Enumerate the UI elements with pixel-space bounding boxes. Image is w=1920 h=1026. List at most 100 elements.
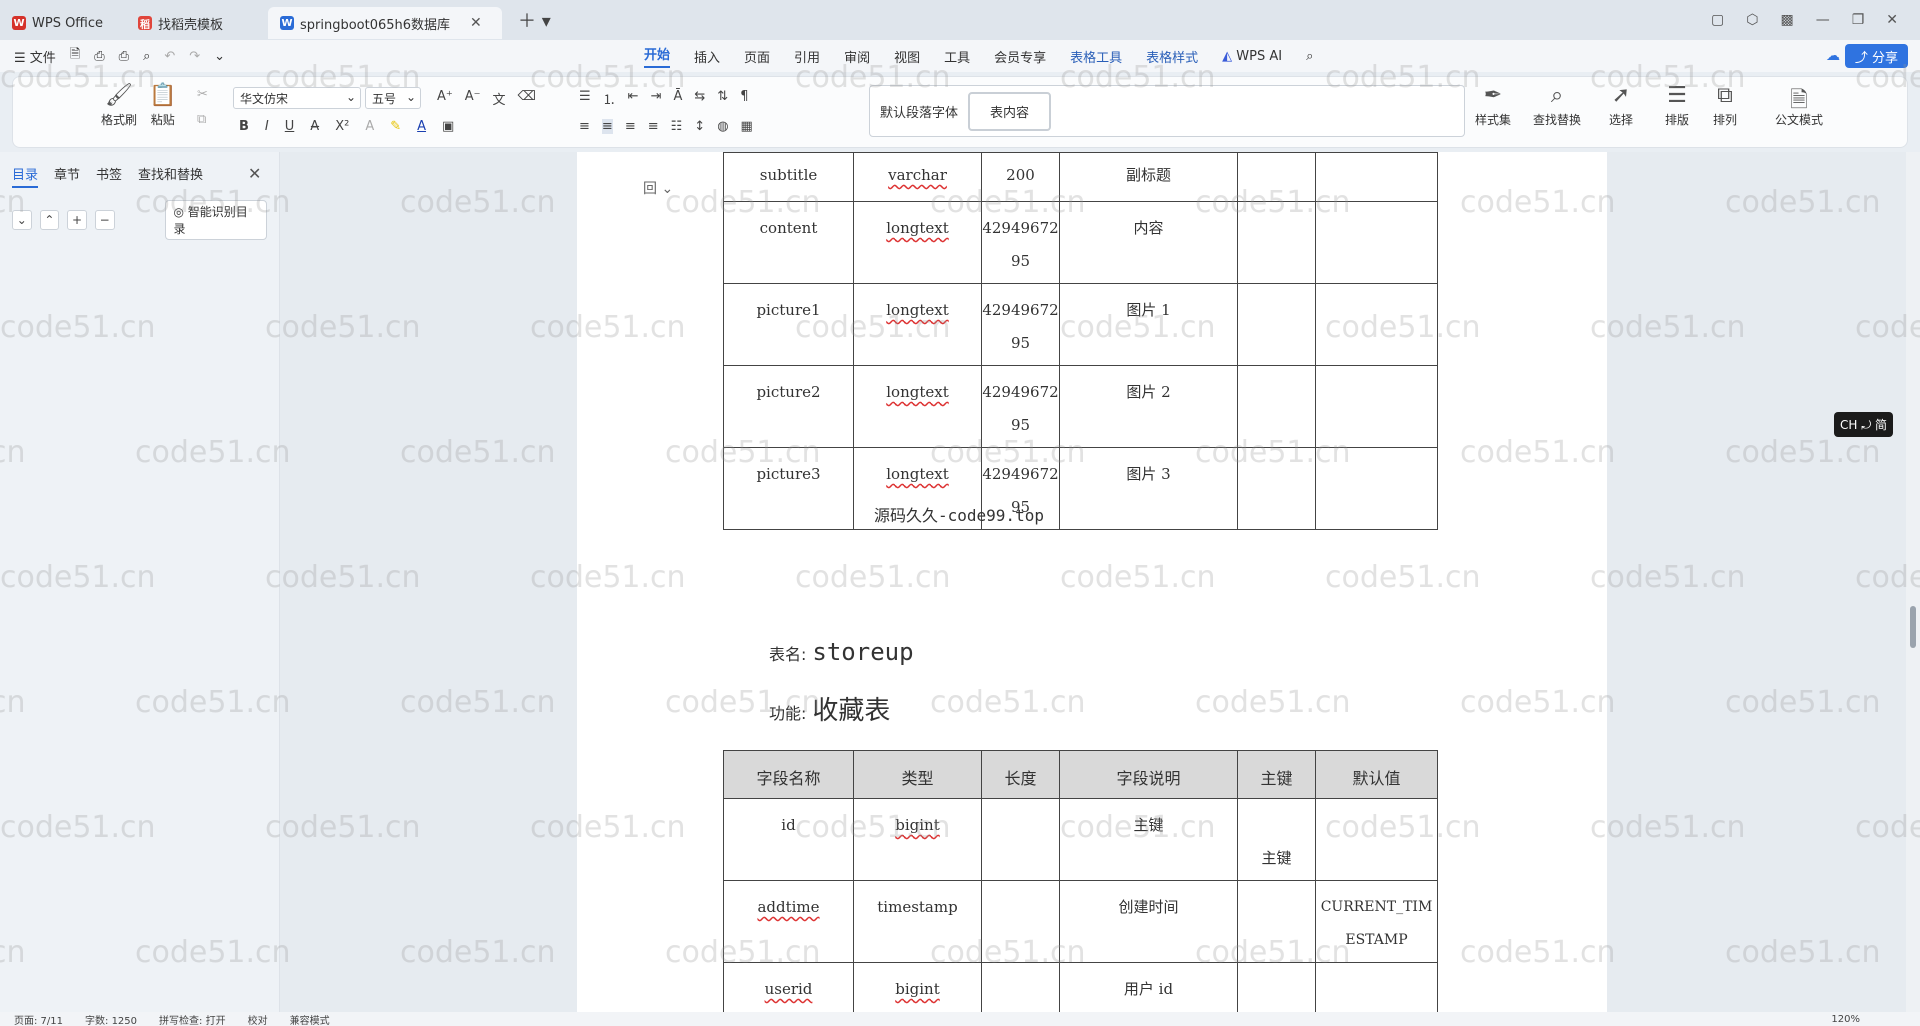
align-right-icon[interactable]: ≡: [625, 119, 636, 134]
table-cell[interactable]: 图片 1: [1059, 283, 1238, 366]
column-header[interactable]: 类型: [853, 750, 982, 799]
table-cell[interactable]: 主键: [1237, 798, 1316, 881]
table-cell[interactable]: varchar: [853, 152, 982, 202]
numbering-icon[interactable]: ⒈: [603, 89, 616, 108]
scrollbar-thumb[interactable]: [1910, 606, 1916, 648]
avatar[interactable]: ▩: [1780, 12, 1793, 28]
tab-page[interactable]: 页面: [744, 47, 770, 66]
status-spell[interactable]: 拼写检查: 打开: [159, 1012, 226, 1026]
official-mode-button[interactable]: 🗎 公文模式: [1775, 83, 1823, 128]
borders-icon[interactable]: ▦: [741, 119, 753, 134]
share-button[interactable]: ⤴ 分享: [1844, 44, 1908, 68]
nav-tab-toc[interactable]: 目录: [12, 164, 39, 188]
tab-review[interactable]: 审阅: [844, 47, 870, 66]
status-words[interactable]: 字数: 1250: [85, 1012, 137, 1026]
arrange-button[interactable]: ⧉ 排列: [1713, 83, 1737, 128]
layout-button[interactable]: ☰ 排版: [1665, 83, 1689, 128]
search-icon[interactable]: ⌕: [1306, 49, 1313, 64]
table-cell[interactable]: 副标题: [1059, 152, 1238, 202]
file-menu[interactable]: ☰ 文件: [14, 47, 56, 66]
ime-indicator[interactable]: CH ⤾ 简: [1834, 412, 1894, 437]
table-cell[interactable]: 200: [981, 152, 1060, 202]
bullets-icon[interactable]: ☰: [579, 89, 591, 108]
nav-tab-bookmarks[interactable]: 书签: [96, 164, 122, 188]
close-pane-icon[interactable]: ✕: [248, 164, 261, 183]
sort-icon[interactable]: ⇅: [717, 89, 728, 108]
text-direction-icon[interactable]: ⇆: [694, 89, 705, 108]
table-cell[interactable]: [981, 798, 1060, 881]
new-tab-icon[interactable]: ＋ ▾: [518, 7, 551, 33]
remove-heading-icon[interactable]: −: [94, 210, 115, 230]
export-icon[interactable]: ⎙: [94, 49, 104, 64]
indent-icon[interactable]: ⇥: [651, 89, 662, 108]
tab-member[interactable]: 会员专享: [994, 47, 1046, 66]
status-proof[interactable]: 校对: [248, 1012, 268, 1026]
table-cell[interactable]: 内容: [1059, 201, 1238, 284]
table-cell[interactable]: 图片 3: [1059, 447, 1238, 530]
wps-ai-button[interactable]: ◭ WPS AI: [1222, 49, 1282, 64]
table-cell[interactable]: 图片 2: [1059, 365, 1238, 448]
table-cell[interactable]: [981, 880, 1060, 963]
table-cell[interactable]: userid: [723, 962, 854, 1012]
save-icon[interactable]: 🗎: [70, 45, 80, 67]
tab-insert[interactable]: 插入: [694, 47, 720, 66]
table-cell[interactable]: [1315, 201, 1438, 284]
minimize-icon[interactable]: —: [1816, 12, 1830, 28]
tab-view[interactable]: 视图: [894, 47, 920, 66]
table-cell[interactable]: [1237, 880, 1316, 963]
nav-tab-chapters[interactable]: 章节: [54, 164, 80, 188]
align-center-icon[interactable]: ≡: [601, 119, 613, 134]
table-cell[interactable]: bigint: [853, 798, 982, 881]
align-left-icon[interactable]: ≡: [579, 119, 590, 134]
tab-template[interactable]: 稻 找稻壳模板: [126, 7, 262, 39]
style-table-content[interactable]: 表内容: [968, 91, 1052, 131]
paste-button[interactable]: 📋 粘贴: [149, 83, 176, 128]
table-cell[interactable]: [1315, 283, 1438, 366]
tab-tools[interactable]: 工具: [944, 47, 970, 66]
table-cell[interactable]: bigint: [853, 962, 982, 1012]
table-cell[interactable]: timestamp: [853, 880, 982, 963]
font-size-select[interactable]: 五号 ⌄: [365, 87, 421, 109]
status-zoom[interactable]: 120%: [1831, 1014, 1860, 1025]
table-move-handle-icon[interactable]: 回 ⌄: [643, 178, 673, 198]
table-cell[interactable]: [1237, 283, 1316, 366]
cube-icon[interactable]: ⬡: [1746, 12, 1758, 28]
text-effect-icon[interactable]: A: [365, 119, 374, 134]
grow-font-icon[interactable]: A⁺: [437, 89, 453, 108]
cut-icon[interactable]: ✂: [197, 87, 208, 102]
font-color-icon[interactable]: A: [417, 119, 426, 134]
table-cell[interactable]: longtext: [853, 283, 982, 366]
justify-icon[interactable]: ≡: [648, 119, 659, 134]
highlight-icon[interactable]: ✎: [390, 119, 401, 134]
table-cell[interactable]: [981, 962, 1060, 1012]
table-cell[interactable]: 用户 id: [1059, 962, 1238, 1012]
vertical-scrollbar[interactable]: [1906, 152, 1920, 1012]
shading-icon[interactable]: ◍: [717, 119, 728, 134]
table-cell[interactable]: [1237, 201, 1316, 284]
document-page[interactable]: 回 ⌄ subtitle varchar 200 副标题 content lon…: [577, 152, 1607, 1012]
column-header[interactable]: 字段说明: [1059, 750, 1238, 799]
table-cell[interactable]: 4294967295: [981, 283, 1060, 366]
strikethrough-icon[interactable]: A̶: [310, 119, 319, 134]
table-cell[interactable]: [1237, 152, 1316, 202]
table-cell[interactable]: [1237, 447, 1316, 530]
distribute-icon[interactable]: ☷: [671, 119, 683, 134]
more-icon[interactable]: ⌄: [214, 49, 225, 64]
tab-table-tools[interactable]: 表格工具: [1070, 47, 1122, 66]
preview-icon[interactable]: ⌕: [143, 49, 150, 64]
collapse-icon[interactable]: ⌄: [12, 210, 32, 230]
table-cell[interactable]: 创建时间: [1059, 880, 1238, 963]
status-page[interactable]: 页面: 7/11: [14, 1012, 63, 1026]
font-family-select[interactable]: 华文仿宋 ⌄: [233, 87, 361, 109]
tab-document[interactable]: W springboot065h6数据库文档 ✕: [268, 7, 502, 39]
phonetic-icon[interactable]: 文: [493, 89, 506, 108]
column-header[interactable]: 默认值: [1315, 750, 1438, 799]
table-cell[interactable]: [1315, 447, 1438, 530]
expand-icon[interactable]: ⌃: [39, 210, 60, 230]
table-cell[interactable]: content: [723, 201, 854, 284]
column-header[interactable]: 主键: [1237, 750, 1316, 799]
bold-icon[interactable]: B: [239, 119, 249, 134]
outdent-icon[interactable]: ⇤: [628, 89, 639, 108]
table-cell[interactable]: picture1: [723, 283, 854, 366]
table-cell[interactable]: 4294967295: [981, 201, 1060, 284]
